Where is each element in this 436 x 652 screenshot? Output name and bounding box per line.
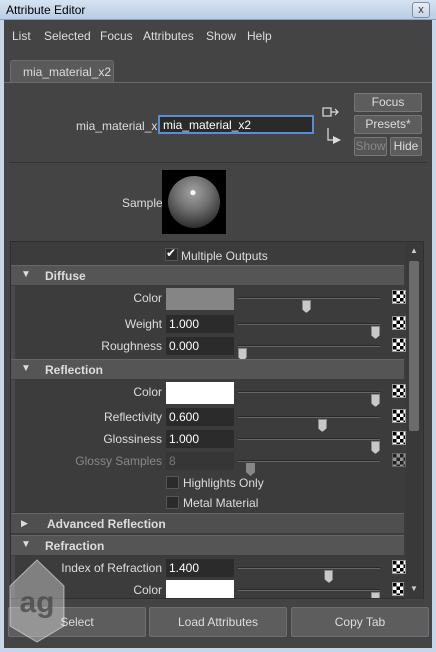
vertical-scrollbar[interactable]: ▲ ▼: [406, 243, 422, 599]
map-button-icon[interactable]: [392, 384, 406, 398]
collapse-triangle-icon[interactable]: ▼: [21, 269, 31, 280]
diffuse-weight-field[interactable]: 1.000: [166, 315, 234, 333]
reflection-color-slider[interactable]: [238, 391, 380, 407]
diffuse-color-label: Color: [133, 291, 162, 305]
section-refraction[interactable]: ▼ Refraction: [11, 535, 404, 555]
menu-list[interactable]: List: [12, 29, 31, 43]
map-button-icon[interactable]: [392, 431, 406, 445]
load-attributes-button[interactable]: Load Attributes: [149, 607, 287, 637]
menu-show[interactable]: Show: [206, 29, 236, 43]
glossiness-field[interactable]: 1.000: [166, 430, 234, 448]
diffuse-color-row: Color: [12, 288, 406, 313]
section-advanced-reflection[interactable]: ▶ Advanced Reflection: [11, 513, 404, 533]
glossiness-slider[interactable]: [238, 438, 380, 454]
glossy-samples-label: Glossy Samples: [75, 454, 162, 468]
glossy-samples-row: Glossy Samples 8: [12, 451, 406, 476]
glossiness-label: Glossiness: [103, 432, 162, 446]
node-name-label: mia_material_x:: [76, 119, 161, 133]
diffuse-weight-slider[interactable]: [238, 323, 380, 339]
diffuse-roughness-row: Roughness 0.000: [12, 336, 406, 361]
tab-bar: mia_material_x2: [4, 52, 432, 84]
scroll-up-icon[interactable]: ▲: [408, 245, 420, 257]
section-diffuse-title: Diffuse: [45, 269, 86, 283]
refraction-color-slider[interactable]: [238, 589, 380, 598]
glossy-samples-slider: [238, 460, 380, 476]
highlights-only-checkbox[interactable]: [166, 476, 179, 489]
reflectivity-slider[interactable]: [238, 416, 380, 432]
close-button[interactable]: x: [412, 2, 430, 18]
glossy-samples-field: 8: [166, 452, 234, 470]
section-refraction-title: Refraction: [45, 539, 105, 553]
scroll-thumb[interactable]: [409, 261, 419, 431]
sample-label: Sample: [122, 196, 163, 210]
diffuse-color-swatch[interactable]: [166, 288, 234, 310]
watermark-logo: ag: [6, 556, 68, 646]
focus-button[interactable]: Focus: [354, 93, 422, 112]
ior-field[interactable]: 1.400: [166, 559, 234, 577]
copy-tab-button[interactable]: Copy Tab: [291, 607, 429, 637]
collapse-triangle-icon[interactable]: ▼: [21, 363, 31, 374]
map-button-icon[interactable]: [392, 560, 406, 574]
refraction-color-row: Color: [12, 580, 404, 598]
map-button-icon[interactable]: [392, 290, 406, 304]
tab-divider: [4, 82, 432, 83]
tab-mia-material-x2[interactable]: mia_material_x2: [10, 60, 114, 82]
diffuse-roughness-label: Roughness: [101, 339, 162, 353]
multiple-outputs-label: Multiple Outputs: [181, 249, 268, 263]
diffuse-roughness-slider[interactable]: [238, 345, 380, 361]
menu-bar: List Selected Focus Attributes Show Help: [4, 20, 432, 52]
title-bar: Attribute Editor x: [0, 0, 436, 20]
map-button-icon[interactable]: [392, 409, 406, 423]
glossiness-row: Glossiness 1.000: [12, 429, 406, 454]
section-reflection[interactable]: ▼ Reflection: [11, 359, 404, 379]
reflectivity-row: Reflectivity 0.600: [12, 407, 406, 432]
slider-handle[interactable]: [371, 592, 380, 598]
scroll-down-icon[interactable]: ▼: [408, 583, 420, 595]
diffuse-weight-row: Weight 1.000: [12, 314, 406, 339]
reflection-color-label: Color: [133, 385, 162, 399]
ior-row: Index of Refraction 1.400: [12, 558, 406, 583]
diffuse-weight-label: Weight: [124, 317, 162, 331]
svg-text:ag: ag: [19, 586, 54, 619]
reflection-color-row: Color: [12, 382, 406, 407]
menu-attributes[interactable]: Attributes: [143, 29, 194, 43]
highlights-only-label: Highlights Only: [183, 476, 264, 490]
window-title: Attribute Editor: [6, 3, 86, 17]
show-button[interactable]: Show: [354, 137, 387, 156]
expand-triangle-icon[interactable]: ▶: [21, 518, 28, 529]
menu-selected[interactable]: Selected: [44, 29, 91, 43]
reflectivity-label: Reflectivity: [103, 410, 162, 424]
diffuse-roughness-field[interactable]: 0.000: [166, 337, 234, 355]
material-sample-swatch: [162, 170, 226, 234]
refraction-color-swatch[interactable]: [166, 580, 234, 598]
diffuse-color-slider[interactable]: [238, 297, 380, 313]
section-diffuse[interactable]: ▼ Diffuse: [11, 265, 404, 285]
section-reflection-title: Reflection: [45, 363, 104, 377]
map-button-icon[interactable]: [392, 338, 406, 352]
sample-sphere: [168, 176, 220, 228]
input-connection-icon[interactable]: [322, 105, 340, 119]
header-separator: [9, 162, 427, 163]
section-advanced-reflection-title: Advanced Reflection: [47, 517, 166, 531]
output-connection-icon[interactable]: [326, 126, 344, 144]
hide-button[interactable]: Hide: [390, 137, 422, 156]
map-button-icon[interactable]: [392, 582, 404, 596]
node-name-field[interactable]: mia_material_x2: [158, 115, 314, 134]
reflection-color-swatch[interactable]: [166, 382, 234, 404]
map-button-icon: [392, 453, 406, 467]
metal-material-checkbox[interactable]: [166, 496, 179, 509]
reflectivity-field[interactable]: 0.600: [166, 408, 234, 426]
menu-focus[interactable]: Focus: [100, 29, 133, 43]
ior-slider[interactable]: [238, 567, 380, 583]
metal-material-label: Metal Material: [183, 496, 259, 510]
menu-help[interactable]: Help: [247, 29, 272, 43]
map-button-icon[interactable]: [392, 316, 406, 330]
presets-button[interactable]: Presets*: [354, 115, 422, 134]
multiple-outputs-checkbox[interactable]: [165, 246, 178, 261]
collapse-triangle-icon[interactable]: ▼: [21, 539, 31, 550]
